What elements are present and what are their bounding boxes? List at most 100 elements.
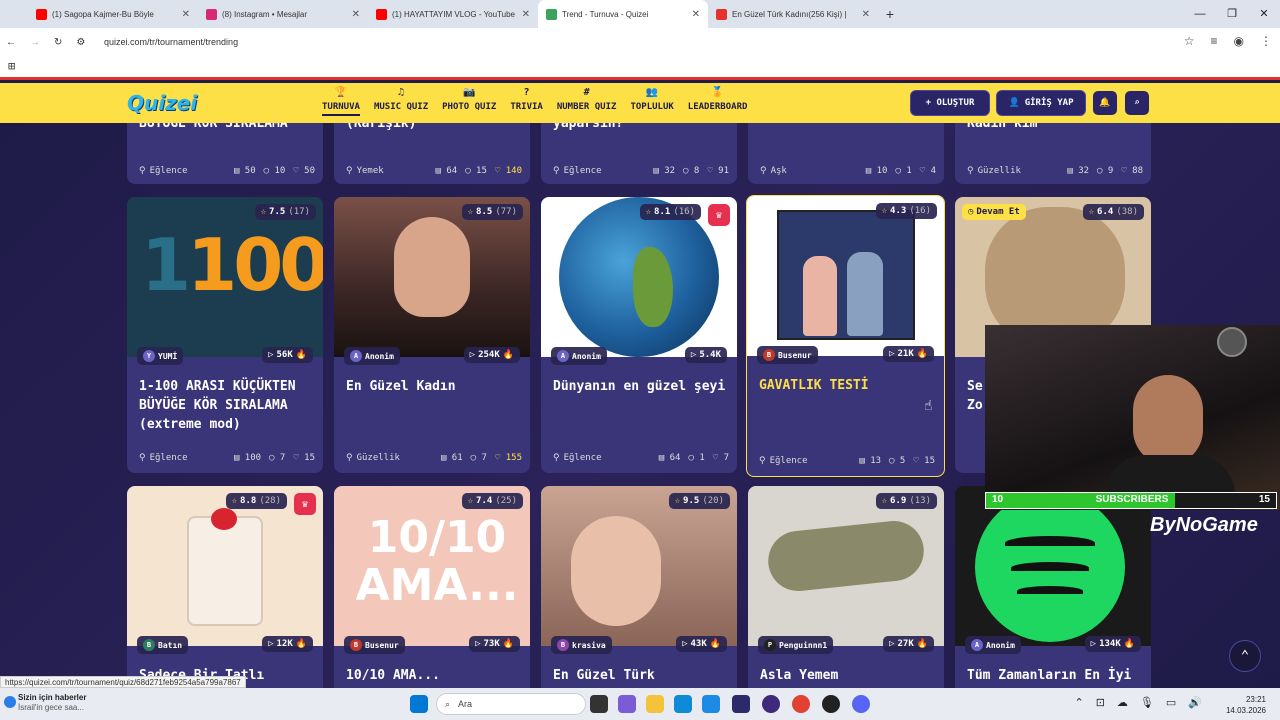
comment-count: ◯ 1 [688, 453, 705, 463]
like-count[interactable]: ♡ 15 [293, 453, 315, 463]
new-tab-button[interactable]: + [878, 0, 902, 28]
task-view-icon[interactable] [590, 695, 608, 713]
bookmark-star-icon[interactable]: ☆ [1184, 34, 1195, 48]
scroll-to-top-button[interactable]: ⌃ [1229, 640, 1261, 672]
profile-icon[interactable]: ◉ [1234, 34, 1244, 48]
quiz-card[interactable]: ☆ 9.5 (20) Bkrasiva ▷ 43K 🔥 En Güzel Türk [541, 486, 737, 688]
system-clock[interactable]: 23:21 14.03.2026 [1226, 694, 1266, 716]
chrome-icon[interactable] [792, 695, 810, 713]
taskbar-search[interactable]: ⌕ Ara [436, 693, 586, 715]
notifications-button[interactable]: 🔔 [1092, 90, 1118, 116]
close-tab-icon[interactable]: ✕ [522, 9, 530, 20]
like-count[interactable]: ♡ 88 [1121, 166, 1143, 176]
store-icon[interactable] [702, 695, 720, 713]
chevron-up-icon[interactable]: ⌃ [1074, 696, 1083, 709]
quiz-card[interactable]: ☆ 6.9 (13) P Penguinnn1 ▷ 27K 🔥 Asla Yemem [748, 486, 944, 688]
back-icon[interactable]: ← [6, 37, 16, 48]
close-tab-icon[interactable]: ✕ [182, 9, 190, 20]
obs-icon[interactable] [762, 695, 780, 713]
jar-shape [187, 516, 263, 626]
author-badge[interactable]: B Batın [137, 636, 189, 654]
network-icon[interactable]: ⊡ [1096, 696, 1105, 709]
volume-icon[interactable]: 🔊 [1188, 696, 1202, 709]
quiz-card[interactable]: ♛ ☆8.8(28) BBatın ▷12K🔥 Sadece Bir Tatlı [127, 486, 323, 688]
close-tab-icon[interactable]: ✕ [862, 9, 870, 20]
close-tab-icon[interactable]: ✕ [352, 9, 360, 20]
login-button[interactable]: 👤 GİRİŞ YAP [996, 90, 1086, 116]
like-count[interactable]: ♡ 50 [293, 166, 315, 176]
app-icon[interactable] [822, 695, 840, 713]
app-icon[interactable] [732, 695, 750, 713]
author-badge[interactable]: B Busenur [344, 636, 405, 654]
browser-tab[interactable]: (1) HAYATTAYIM VLOG - YouTube ✕ [368, 0, 538, 28]
nav-number-quiz[interactable]: # NUMBER QUIZ [557, 87, 617, 116]
fire-icon: 🔥 [709, 639, 721, 649]
url-field[interactable]: quizei.com/tr/tournament/trending [104, 37, 238, 47]
author-badge[interactable]: Bkrasiva [551, 636, 612, 654]
quiz-card[interactable]: 1100 ☆ 7.5 (17) Y YUMİ ▷ 56K 🔥 1-100 ARASI KÜ… [127, 197, 323, 473]
playlist-icon[interactable]: ≡ [1211, 34, 1218, 48]
avatar: A [350, 350, 362, 362]
author-badge[interactable]: A Anonim [965, 636, 1021, 654]
quiz-card[interactable]: ⚲ Aşk ▤ 10 ◯ 1 ♡ 4 [748, 123, 944, 184]
nav-photo-quiz[interactable]: 📷 PHOTO QUIZ [442, 87, 496, 116]
author-badge[interactable]: P Penguinnn1 [758, 636, 834, 654]
browser-tab-active[interactable]: Trend - Turnuva - Quizei ✕ [538, 0, 708, 28]
site-info-icon[interactable]: ⚙ [76, 37, 85, 48]
news-widget[interactable]: Sizin için haberler İsrail'in gece saa..… [18, 693, 86, 713]
quiz-card[interactable]: 10/10 AMA... ☆ 7.4 (25) B Busenur ▷ 73K 🔥 10/… [334, 486, 530, 688]
quiz-card[interactable]: ♛ ☆ 8.1 (16) A Anonim ▷ 5.4K Dünyanın en güz… [541, 197, 737, 473]
cloud-icon[interactable]: ☁ [1117, 696, 1128, 709]
apps-grid-icon[interactable]: ⊞ [8, 59, 15, 73]
author-badge[interactable]: A Anonim [551, 347, 607, 365]
quiz-card[interactable]: ☆ 8.5 (77) A Anonim ▷ 254K 🔥 En Güzel Kadın ⚲… [334, 197, 530, 473]
microphone-icon[interactable]: 🎙 [1140, 696, 1154, 709]
edge-icon[interactable] [674, 695, 692, 713]
browser-tab[interactable]: En Güzel Türk Kadını(256 Kişi) | ✕ [708, 0, 878, 28]
author-badge[interactable]: B Busenur [757, 346, 818, 364]
nav-turnuva[interactable]: 🏆 TURNUVA [322, 87, 360, 116]
star-icon: ☆ [881, 496, 888, 506]
forward-icon[interactable]: → [30, 37, 40, 48]
card-title: 1-100 ARASI KÜÇÜKTEN BÜYÜĞE KÖR SIRALAMA… [139, 379, 296, 432]
like-count[interactable]: ♡ 91 [707, 166, 729, 176]
nav-leaderboard[interactable]: 🏅 LEADERBOARD [688, 87, 748, 116]
menu-icon[interactable]: ⋮ [1260, 34, 1272, 48]
cursor-icon: ☝ [924, 398, 933, 414]
quiz-card[interactable]: (Karışık) ⚲ Yemek ▤ 64 ◯ 15 ♡ 140 [334, 123, 530, 184]
rating-badge: ☆ 8.1 (16) [639, 204, 701, 220]
like-count[interactable]: ♡ 4 [920, 166, 936, 176]
quizei-logo[interactable]: Quizei [127, 91, 197, 115]
display-icon[interactable]: ▭ [1166, 696, 1176, 709]
like-count[interactable]: ♡ 140 [495, 166, 522, 176]
quiz-card-hovered[interactable]: ☆ 4.3 (16) B Busenur ▷ 21K 🔥 GAVATLIK TESTİ ⚲… [746, 195, 945, 477]
author-badge[interactable]: Y YUMİ [137, 347, 184, 365]
nav-trivia[interactable]: ? TRIVIA [510, 87, 543, 116]
nav-music-quiz[interactable]: ♫ MUSIC QUIZ [374, 87, 428, 116]
file-explorer-icon[interactable] [646, 695, 664, 713]
continue-badge[interactable]: ◷ Devam Et [962, 204, 1026, 220]
question-count: ▤ 64 [658, 453, 681, 463]
minimize-icon[interactable]: — [1184, 0, 1216, 28]
maximize-icon[interactable]: ❐ [1216, 0, 1248, 28]
reload-icon[interactable]: ↻ [54, 37, 62, 48]
discord-icon[interactable] [852, 695, 870, 713]
quiz-card[interactable]: Kadın kim ⚲ Güzellik ▤ 32 ◯ 9 ♡ 88 [955, 123, 1151, 184]
nav-topluluk[interactable]: 👥 TOPLULUK [630, 87, 673, 116]
search-button[interactable]: ⌕ [1124, 90, 1150, 116]
system-tray: ⌃ ⊡ ☁ 🎙 ▭ 🔊 [1074, 696, 1202, 709]
browser-tab[interactable]: (1) Sagopa Kajmer-Bu Böyle ✕ [28, 0, 198, 28]
quiz-card[interactable]: A Anonim ▷ 134K 🔥 Tüm Zamanların En İyi [955, 486, 1151, 688]
like-count[interactable]: ♡ 7 [713, 453, 729, 463]
copilot-icon[interactable] [618, 695, 636, 713]
quiz-card[interactable]: BÜYÜĞE KÖR SIRALAMA ⚲ Eğlence ▤ 50 ◯ 10 ♡ 5… [127, 123, 323, 184]
browser-tab[interactable]: (8) Instagram • Mesajlar ✕ [198, 0, 368, 28]
close-tab-icon[interactable]: ✕ [692, 9, 700, 20]
author-badge[interactable]: A Anonim [344, 347, 400, 365]
quiz-card[interactable]: yaparsın? ⚲ Eğlence ▤ 32 ◯ 8 ♡ 91 [541, 123, 737, 184]
windows-start-icon[interactable] [410, 695, 428, 713]
close-window-icon[interactable]: ✕ [1248, 0, 1280, 28]
like-count[interactable]: ♡ 15 [913, 456, 935, 466]
like-count[interactable]: ♡ 155 [495, 453, 522, 463]
create-button[interactable]: + OLUŞTUR [910, 90, 990, 116]
